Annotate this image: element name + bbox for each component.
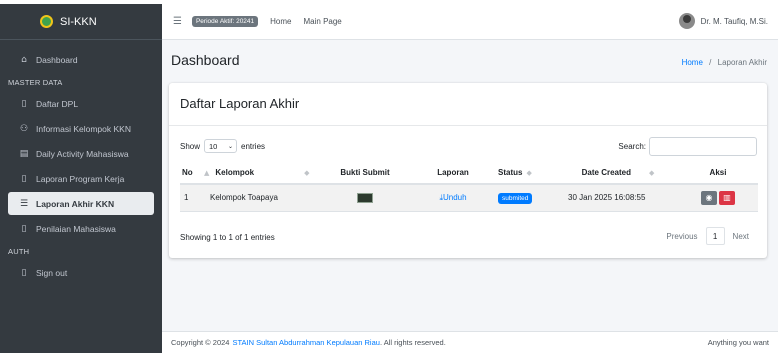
breadcrumb-current: Laporan Akhir <box>717 58 767 67</box>
sidebar: SI-KKN ⌂ Dashboard MASTER DATA ▯ Daftar … <box>0 4 162 353</box>
content-header: Dashboard Home / Laporan Akhir <box>162 40 778 80</box>
nav-link-main-page[interactable]: Main Page <box>304 17 342 26</box>
top-navbar: ☰ Periode Aktif: 20241 Home Main Page Dr… <box>162 4 778 40</box>
sidebar-item-informasi-kelompok[interactable]: ⚇ Informasi Kelompok KKN <box>8 117 154 140</box>
chevron-down-icon: ⌄ <box>227 142 234 150</box>
entries-label: entries <box>241 141 266 151</box>
footer-copyright: Copyright © 2024 <box>171 338 230 347</box>
cell-bukti-submit <box>320 184 408 212</box>
page-title: Dashboard <box>171 52 240 68</box>
sidebar-item-daftar-dpl[interactable]: ▯ Daftar DPL <box>8 92 154 115</box>
sort-icon: ◆ <box>648 169 655 177</box>
periode-badge: Periode Aktif: 20241 <box>191 16 259 27</box>
search-input[interactable] <box>649 137 757 156</box>
sidebar-item-penilaian-mahasiswa[interactable]: ▯ Penilaian Mahasiswa <box>8 217 154 240</box>
sidebar-item-label: Daftar DPL <box>36 98 79 109</box>
table-row: 1 Kelompok Toapaya ⤓Unduh submited 30 Ja… <box>180 184 758 212</box>
footer-org-link[interactable]: STAIN Sultan Abdurrahman Kepulauan Riau <box>232 338 379 347</box>
sidebar-item-sign-out[interactable]: ▯ Sign out <box>8 261 154 284</box>
sidebar-item-label: Sign out <box>36 267 68 278</box>
home-icon: ⌂ <box>21 54 27 65</box>
pagination: Previous 1 Next <box>658 227 757 245</box>
sidebar-item-laporan-program-kerja[interactable]: ▯ Laporan Program Kerja <box>8 167 154 190</box>
cell-date-created: 30 Jan 2025 16:08:55 <box>558 184 676 212</box>
users-icon: ⚇ <box>19 123 29 134</box>
column-header-status[interactable]: Status ◆ <box>496 162 558 185</box>
nav-header-master-data: MASTER DATA <box>8 78 63 87</box>
file-icon: ▯ <box>21 173 27 184</box>
laporan-akhir-card: Daftar Laporan Akhir Show 10 ⌄ entries S… <box>169 83 767 258</box>
status-badge: submited <box>498 193 533 205</box>
show-entries: Show 10 ⌄ entries <box>180 139 265 153</box>
laporan-table: No ▲ Kelompok ◆ Bukti Submit Laporan Statu… <box>180 162 758 212</box>
nav-header-auth: AUTH <box>8 247 30 256</box>
eye-icon: ◉ <box>705 192 713 202</box>
calendar-icon: ▤ <box>19 148 29 159</box>
download-link[interactable]: ⤓Unduh <box>439 193 466 202</box>
sidebar-item-label: Laporan Akhir KKN <box>36 198 115 209</box>
table-info: Showing 1 to 1 of 1 entries <box>180 233 275 242</box>
sidebar-item-label: Dashboard <box>36 54 78 65</box>
cell-aksi: ◉ ▥ <box>676 184 758 212</box>
breadcrumb: Home / Laporan Akhir <box>682 58 767 67</box>
avatar <box>678 13 695 29</box>
column-header-no[interactable]: No <box>180 162 202 185</box>
logout-icon: ▯ <box>21 267 27 278</box>
brand[interactable]: SI-KKN <box>0 4 162 40</box>
delete-button[interactable]: ▥ <box>719 190 735 205</box>
bukti-thumbnail[interactable] <box>357 192 373 203</box>
sidebar-item-label: Laporan Program Kerja <box>36 173 125 184</box>
cell-status: submited <box>496 184 558 212</box>
brand-name: SI-KKN <box>60 15 97 28</box>
trash-icon: ▥ <box>723 192 731 202</box>
table-header-row: No ▲ Kelompok ◆ Bukti Submit Laporan Statu… <box>180 162 758 185</box>
cell-laporan: ⤓Unduh <box>408 184 496 212</box>
sort-icon: ◆ <box>304 169 310 177</box>
breadcrumb-home[interactable]: Home <box>682 58 703 67</box>
file-icon: ▯ <box>21 223 27 234</box>
brand-logo-icon <box>40 15 53 28</box>
view-button[interactable]: ◉ <box>701 190 717 205</box>
cell-no: 1 <box>180 184 202 212</box>
column-header-aksi[interactable]: Aksi <box>676 162 758 185</box>
cell-kelompok: Kelompok Toapaya <box>202 184 320 212</box>
menu-toggle-icon[interactable]: ☰ <box>173 16 182 27</box>
sort-icon: ◆ <box>526 169 532 177</box>
entries-value: 10 <box>209 141 218 151</box>
sidebar-item-daily-activity[interactable]: ▤ Daily Activity Mahasiswa <box>8 142 154 165</box>
footer: Copyright © 2024 STAIN Sultan Abdurrahma… <box>162 331 778 353</box>
pagination-next[interactable]: Next <box>725 232 757 241</box>
user-menu[interactable]: Dr. M. Taufiq, M.Si. <box>678 13 768 29</box>
pagination-page-1[interactable]: 1 <box>705 227 725 245</box>
sidebar-item-label: Penilaian Mahasiswa <box>36 223 116 234</box>
breadcrumb-separator: / <box>709 58 712 67</box>
card-divider <box>169 125 767 126</box>
card-title: Daftar Laporan Akhir <box>180 96 300 111</box>
search: Search: <box>618 137 757 156</box>
pagination-previous[interactable]: Previous <box>658 232 705 241</box>
sidebar-item-laporan-akhir-kkn[interactable]: ☰ Laporan Akhir KKN <box>8 192 154 215</box>
column-header-bukti-submit[interactable]: Bukti Submit <box>320 162 408 185</box>
sidebar-item-dashboard[interactable]: ⌂ Dashboard <box>8 48 154 71</box>
column-header-laporan[interactable]: Laporan <box>408 162 496 185</box>
show-label: Show <box>180 141 201 151</box>
user-name: Dr. M. Taufiq, M.Si. <box>700 16 768 26</box>
document-icon: ▯ <box>21 98 27 109</box>
footer-right-text: Anything you want <box>707 338 769 347</box>
sidebar-nav: ⌂ Dashboard MASTER DATA ▯ Daftar DPL ⚇ I… <box>0 40 162 284</box>
footer-rights: . All rights reserved. <box>379 338 446 347</box>
sidebar-item-label: Daily Activity Mahasiswa <box>36 148 129 159</box>
nav-link-home[interactable]: Home <box>270 17 291 26</box>
entries-select[interactable]: 10 ⌄ <box>204 139 238 153</box>
sort-icon: ▲ <box>204 169 210 177</box>
sidebar-item-label: Informasi Kelompok KKN <box>36 123 131 134</box>
list-icon: ☰ <box>19 198 29 209</box>
column-header-kelompok[interactable]: ▲ Kelompok ◆ <box>202 162 320 185</box>
column-header-date-created[interactable]: Date Created ◆ <box>558 162 676 185</box>
search-label: Search: <box>618 142 646 151</box>
